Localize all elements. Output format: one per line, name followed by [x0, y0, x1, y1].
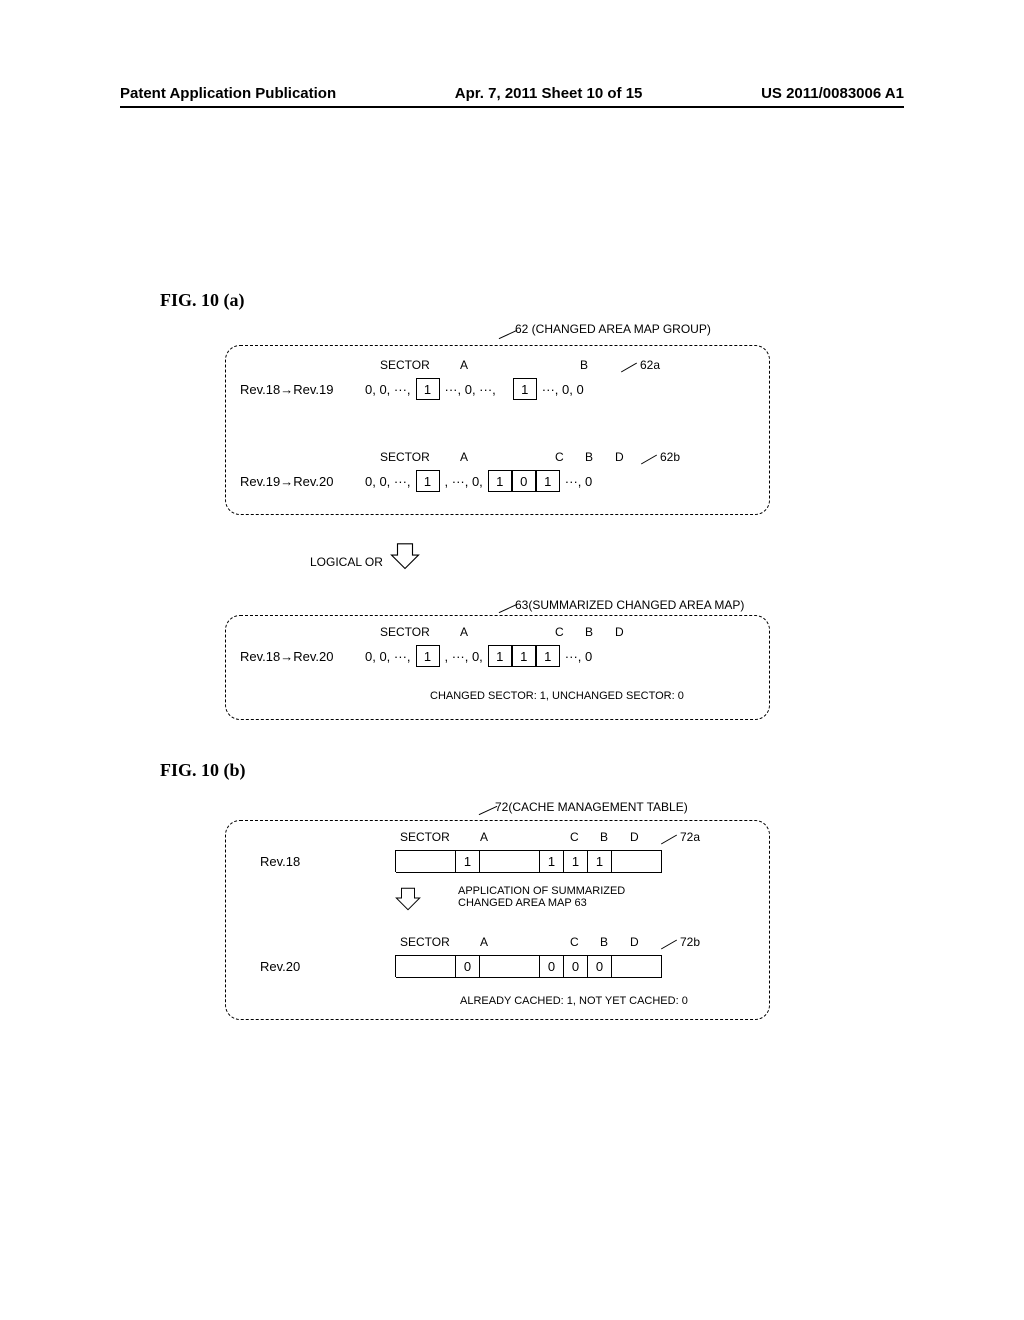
col-b: B: [600, 935, 608, 949]
cache-cell: [396, 851, 456, 873]
data-text: 0, 0, ···,: [360, 649, 416, 664]
data-text: ···, 0: [560, 649, 597, 664]
data-text: , ···, 0,: [440, 649, 488, 664]
col-d: D: [630, 935, 639, 949]
document-header: Patent Application Publication Apr. 7, 2…: [120, 85, 904, 108]
col-c: C: [570, 830, 579, 844]
col-d: D: [630, 830, 639, 844]
col-c: C: [555, 450, 564, 464]
sector-b-value: 1: [564, 851, 588, 873]
cache-cell: [480, 851, 540, 873]
arrow-down-icon: [395, 885, 421, 911]
col-b: B: [585, 625, 593, 639]
header-center: Apr. 7, 2011 Sheet 10 of 15: [455, 85, 643, 102]
header-left: Patent Application Publication: [120, 85, 336, 102]
sector-c-value: 0: [540, 956, 564, 978]
data-text: ···, 0, ···,: [440, 382, 501, 397]
data-text: 0, 0, ···,: [360, 474, 416, 489]
sector-a-value: 1: [456, 851, 480, 873]
sector-b-value: 1: [513, 378, 537, 400]
arrow-down-icon: [390, 540, 420, 570]
sub-72a: 72a: [680, 830, 700, 844]
application-note: APPLICATION OF SUMMARIZED CHANGED AREA M…: [458, 885, 658, 909]
cache-cell: [612, 956, 662, 978]
sector-b-value: 1: [512, 645, 536, 667]
col-a: A: [460, 358, 468, 372]
col-b: B: [580, 358, 588, 372]
row-label: Rev.18: [245, 854, 395, 869]
data-text: ···, 0, 0: [537, 382, 589, 397]
callout-72: 72(CACHE MANAGEMENT TABLE): [495, 800, 688, 814]
callout-62: 62 (CHANGED AREA MAP GROUP): [515, 322, 711, 336]
col-b: B: [585, 450, 593, 464]
sector-d-value: 1: [536, 645, 560, 667]
data-text: , ···, 0,: [440, 474, 488, 489]
row-label: Rev.18→Rev.20: [225, 649, 360, 664]
sector-c-value: 1: [488, 645, 512, 667]
cache-cell: [396, 956, 456, 978]
sector-label: SECTOR: [380, 625, 430, 639]
row-label: Rev.18→Rev.19: [225, 382, 360, 397]
sector-c-value: 1: [488, 470, 512, 492]
sector-d-value: 0: [588, 956, 612, 978]
map-row-63: Rev.18→Rev.20 0, 0, ···, 1 , ···, 0, 1 1…: [225, 645, 597, 667]
sector-a-value: 1: [416, 378, 440, 400]
sector-a-value: 0: [456, 956, 480, 978]
cache-row-72a: Rev.18 1 1 1 1: [245, 850, 662, 872]
callout-63: 63(SUMMARIZED CHANGED AREA MAP): [515, 598, 744, 612]
col-d: D: [615, 450, 624, 464]
figure-b-label: FIG. 10 (b): [160, 760, 246, 781]
sector-label: SECTOR: [380, 358, 430, 372]
summarized-changed-area-map: [225, 615, 770, 720]
cached-note: ALREADY CACHED: 1, NOT YET CACHED: 0: [460, 995, 688, 1007]
logical-or-label: LOGICAL OR: [310, 555, 383, 569]
sub-62b: 62b: [660, 450, 680, 464]
map-row-62a: Rev.18→Rev.19 0, 0, ···, 1 ···, 0, ···, …: [225, 378, 589, 400]
sector-c-value: 1: [540, 851, 564, 873]
sector-label: SECTOR: [400, 935, 450, 949]
cache-row-72b: Rev.20 0 0 0 0: [245, 955, 662, 977]
sector-a-value: 1: [416, 645, 440, 667]
sector-d-value: 1: [588, 851, 612, 873]
col-c: C: [570, 935, 579, 949]
sub-72b: 72b: [680, 935, 700, 949]
col-a: A: [480, 830, 488, 844]
sector-d-value: 1: [536, 470, 560, 492]
cache-cell: [612, 851, 662, 873]
cache-cell: [480, 956, 540, 978]
col-a: A: [460, 625, 468, 639]
col-a: A: [460, 450, 468, 464]
figure-a-label: FIG. 10 (a): [160, 290, 245, 311]
map-row-62b: Rev.19→Rev.20 0, 0, ···, 1 , ···, 0, 1 0…: [225, 470, 597, 492]
sector-a-value: 1: [416, 470, 440, 492]
sector-label: SECTOR: [380, 450, 430, 464]
sub-62a: 62a: [640, 358, 660, 372]
sector-b-value: 0: [512, 470, 536, 492]
sector-label: SECTOR: [400, 830, 450, 844]
col-d: D: [615, 625, 624, 639]
data-text: 0, 0, ···,: [360, 382, 416, 397]
row-label: Rev.20: [245, 959, 395, 974]
row-label: Rev.19→Rev.20: [225, 474, 360, 489]
header-right: US 2011/0083006 A1: [761, 85, 904, 102]
col-c: C: [555, 625, 564, 639]
sector-b-value: 0: [564, 956, 588, 978]
data-text: ···, 0: [560, 474, 597, 489]
changed-sector-note: CHANGED SECTOR: 1, UNCHANGED SECTOR: 0: [430, 690, 684, 702]
col-b: B: [600, 830, 608, 844]
col-a: A: [480, 935, 488, 949]
